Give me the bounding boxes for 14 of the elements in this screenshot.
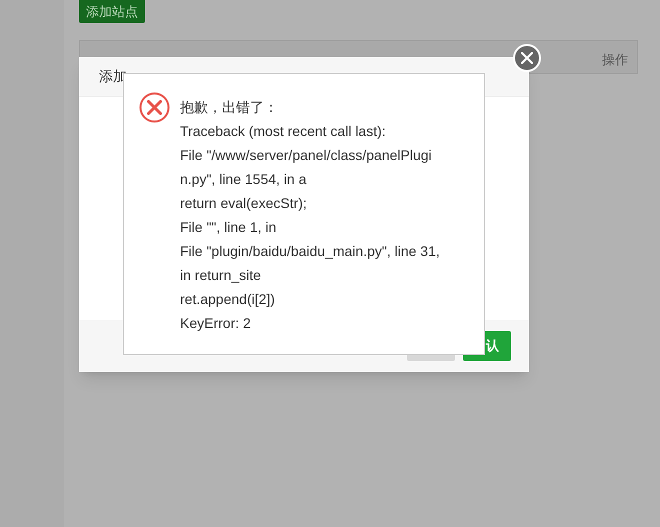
column-header: 操作 [602,51,628,69]
error-icon [139,92,170,123]
close-icon [521,52,533,64]
error-message-line: 抱歉，出错了： [180,98,279,117]
error-message-line: ret.append(i[2]) [180,290,276,309]
error-message-line: return eval(execStr); [180,194,308,213]
add-site-button[interactable]: 添加站点 [79,0,145,24]
error-message-line: in return_site [180,266,262,285]
error-message-line: Traceback (most recent call last): [180,122,387,141]
error-message-line: File "/www/server/panel/class/panelPlugi [180,146,433,165]
error-message-line: File "plugin/baidu/baidu_main.py", line 31, [180,242,440,261]
error-message-line: n.py", line 1554, in a [180,170,308,189]
error-message-line: File "", line 1, in [180,218,278,237]
error-message-line: KeyError: 2 [180,314,252,333]
